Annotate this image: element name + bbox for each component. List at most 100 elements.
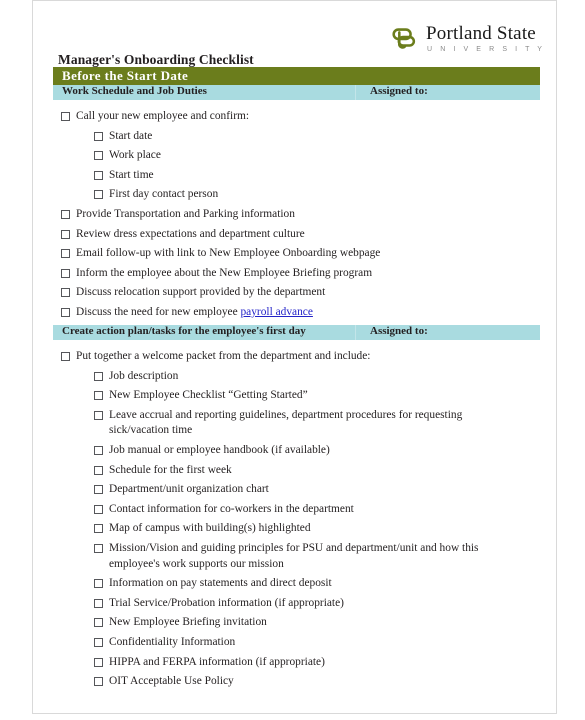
checklist-item[interactable]: Leave accrual and reporting guidelines, …: [94, 408, 524, 439]
checklist-item[interactable]: Information on pay statements and direct…: [94, 576, 524, 592]
section-banner: Before the Start Date: [53, 67, 540, 85]
checkbox-icon[interactable]: [94, 638, 103, 647]
checklist-item-label: Review dress expectations and department…: [76, 227, 305, 240]
checklist-item[interactable]: Put together a welcome packet from the d…: [61, 349, 531, 365]
checklist-item-label: Mission/Vision and guiding principles fo…: [109, 542, 479, 570]
checkbox-icon[interactable]: [94, 524, 103, 534]
checklist-item-label: Discuss relocation support provided by t…: [76, 286, 326, 299]
section-banner-label: Before the Start Date: [62, 68, 189, 83]
checklist-item-label: Inform the employee about the New Employ…: [76, 266, 373, 279]
checklist-item-label: Work place: [109, 149, 161, 162]
checklist-item-label: HIPPA and FERPA information (if appropri…: [109, 655, 325, 668]
checklist-item-label: Provide Transportation and Parking infor…: [76, 208, 295, 220]
checkbox-icon[interactable]: [94, 618, 103, 628]
checklist-item-label: Schedule for the first week: [109, 463, 232, 476]
section-header-label: Create action plan/tasks for the employe…: [62, 325, 306, 337]
checklist-item[interactable]: Start time: [94, 168, 524, 184]
brand-name: Portland State: [426, 22, 536, 44]
section-header-row: Create action plan/tasks for the employe…: [53, 325, 540, 340]
page-border-bottom: [32, 713, 557, 714]
page-border-top: [32, 0, 557, 1]
checklist-item[interactable]: Mission/Vision and guiding principles fo…: [94, 541, 524, 572]
header-cell-divider: [355, 325, 356, 340]
checklist-item[interactable]: Job manual or employee handbook (if avai…: [94, 443, 524, 459]
checkbox-icon[interactable]: [94, 465, 103, 475]
checklist-item-label: Start time: [109, 168, 154, 181]
checklist-item[interactable]: Provide Transportation and Parking infor…: [61, 207, 531, 223]
checklist-item-label: Call your new employee and confirm:: [76, 110, 250, 122]
checklist-item-label: Job description: [109, 369, 179, 382]
section-header-label: Work Schedule and Job Duties: [62, 85, 207, 97]
page-border-left: [32, 0, 33, 714]
section-header-row: Work Schedule and Job Duties Assigned to:: [53, 85, 540, 100]
checkbox-icon[interactable]: [61, 308, 70, 317]
checklist-item[interactable]: Trial Service/Probation information (if …: [94, 596, 524, 612]
checklist-item[interactable]: Discuss the need for new employee payrol…: [61, 305, 531, 321]
checkbox-icon[interactable]: [94, 190, 103, 200]
checkbox-icon[interactable]: [61, 229, 70, 239]
checklist-item-label: Discuss the need for new employee payrol…: [76, 306, 313, 318]
page-title: Manager's Onboarding Checklist: [58, 52, 254, 67]
checkbox-icon[interactable]: [61, 268, 70, 278]
checkbox-icon[interactable]: [94, 391, 103, 401]
psu-wordmark: Portland State U N I V E R S I T Y: [426, 24, 545, 53]
checklist-item[interactable]: New Employee Briefing invitation: [94, 615, 524, 631]
payroll-advance-link[interactable]: payroll advance: [240, 306, 312, 318]
checkbox-icon[interactable]: [94, 504, 103, 514]
checkbox-icon[interactable]: [94, 598, 103, 608]
checkbox-icon[interactable]: [94, 170, 103, 180]
checklist-item-label: Confidentiality Information: [109, 636, 236, 648]
checkbox-icon[interactable]: [61, 352, 70, 361]
checklist-item-label: New Employee Checklist “Getting Started”: [109, 389, 308, 402]
checklist-item[interactable]: Schedule for the first week: [94, 463, 524, 479]
checklist-item-label: Map of campus with building(s) highlight…: [109, 522, 311, 535]
checklist-item[interactable]: Email follow-up with link to New Employe…: [61, 246, 531, 262]
checklist-item[interactable]: HIPPA and FERPA information (if appropri…: [94, 655, 524, 671]
checklist-item-label: Trial Service/Probation information (if …: [109, 596, 344, 609]
checklist-item[interactable]: Review dress expectations and department…: [61, 227, 531, 243]
checkbox-icon[interactable]: [94, 485, 103, 495]
checklist-item[interactable]: OIT Acceptable Use Policy: [94, 674, 524, 690]
checkbox-icon[interactable]: [94, 657, 103, 667]
checkbox-icon[interactable]: [61, 249, 70, 259]
checklist-item[interactable]: Work place: [94, 148, 524, 164]
checklist-item-label: Leave accrual and reporting guidelines, …: [109, 408, 463, 437]
checklist-item-label: Job manual or employee handbook (if avai…: [109, 444, 330, 456]
checkbox-icon[interactable]: [61, 210, 70, 219]
checkbox-icon[interactable]: [61, 112, 70, 121]
checklist-item[interactable]: Start date: [94, 129, 524, 145]
checklist-item[interactable]: Department/unit organization chart: [94, 482, 524, 498]
checklist-item[interactable]: Job description: [94, 369, 524, 385]
checkbox-icon[interactable]: [94, 410, 103, 420]
checkbox-icon[interactable]: [94, 151, 103, 161]
checklist-item[interactable]: New Employee Checklist “Getting Started”: [94, 388, 524, 404]
checklist-item-label: Contact information for co-workers in th…: [109, 502, 354, 515]
checkbox-icon[interactable]: [94, 446, 103, 455]
document-page: Portland State U N I V E R S I T Y Manag…: [0, 0, 585, 720]
checklist-item[interactable]: Contact information for co-workers in th…: [94, 502, 524, 518]
checklist-item-label: Department/unit organization chart: [109, 483, 269, 496]
checklist-item[interactable]: First day contact person: [94, 187, 524, 203]
checklist-item[interactable]: Discuss relocation support provided by t…: [61, 285, 531, 301]
checkbox-icon[interactable]: [94, 579, 103, 589]
checklist-item-label: OIT Acceptable Use Policy: [109, 675, 234, 688]
checkbox-icon[interactable]: [94, 371, 103, 381]
checklist-item[interactable]: Map of campus with building(s) highlight…: [94, 521, 524, 537]
assigned-to-label: Assigned to:: [370, 325, 428, 337]
checklist-item[interactable]: Call your new employee and confirm:: [61, 109, 531, 125]
checkbox-icon[interactable]: [94, 544, 103, 553]
brand-subname: U N I V E R S I T Y: [427, 45, 546, 53]
checkbox-icon[interactable]: [61, 288, 70, 298]
checklist-item[interactable]: Inform the employee about the New Employ…: [61, 266, 531, 282]
checklist-item-label: First day contact person: [109, 188, 219, 201]
checklist-item-label: New Employee Briefing invitation: [109, 616, 267, 629]
psu-knot-icon: [389, 23, 419, 53]
page-border-right: [556, 0, 557, 714]
checklist-item-label: Email follow-up with link to New Employe…: [76, 247, 381, 260]
checklist-item-label: Put together a welcome packet from the d…: [76, 350, 371, 362]
checklist-item-label: Information on pay statements and direct…: [109, 577, 332, 590]
checkbox-icon[interactable]: [94, 131, 103, 141]
assigned-to-label: Assigned to:: [370, 85, 428, 97]
checklist-item[interactable]: Confidentiality Information: [94, 635, 524, 651]
checkbox-icon[interactable]: [94, 677, 103, 687]
